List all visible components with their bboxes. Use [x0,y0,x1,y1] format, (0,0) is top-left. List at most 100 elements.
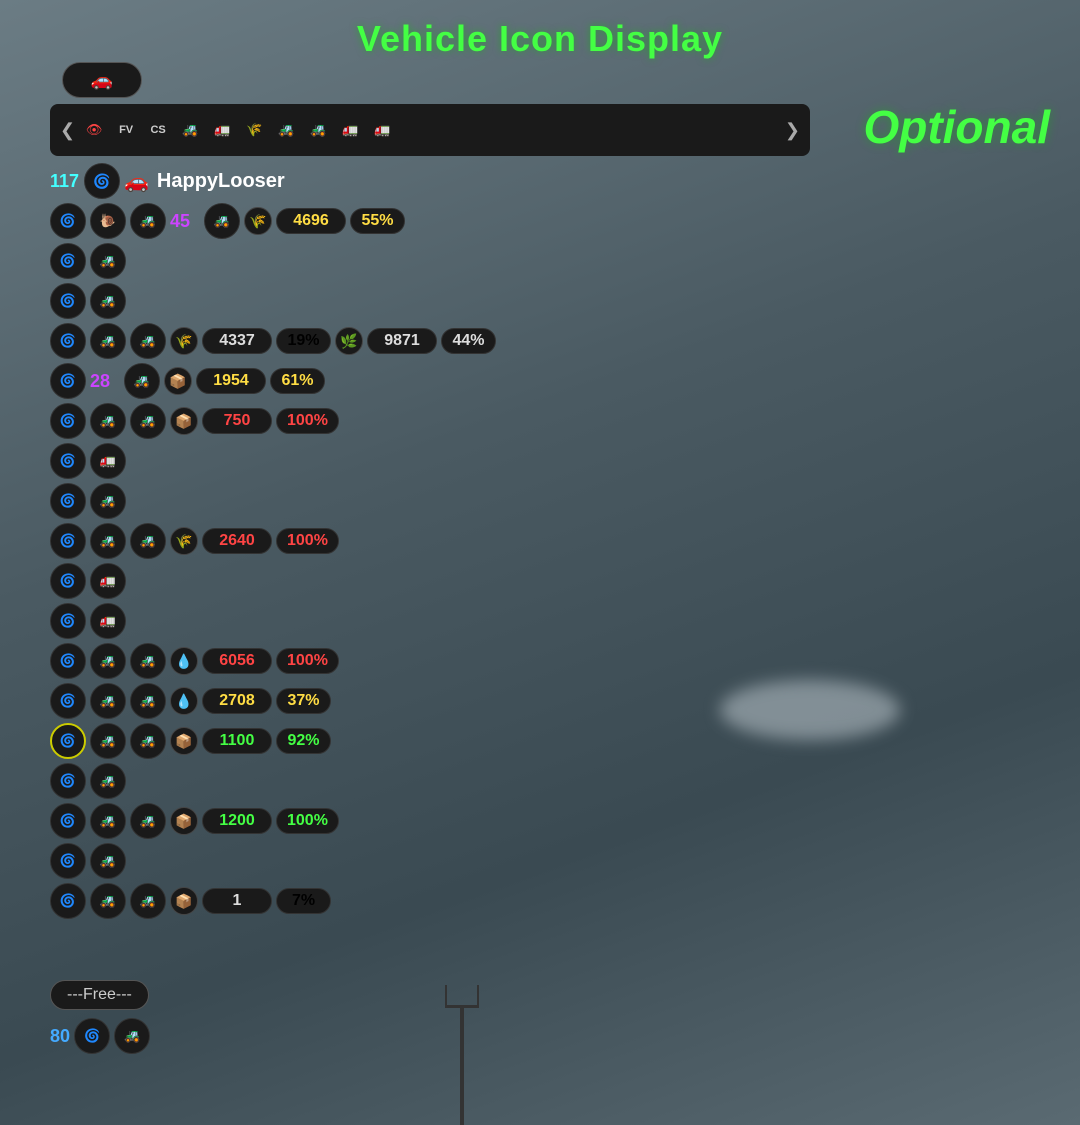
vehicle-row-8: 🌀 🚜 [50,482,690,520]
vehicle-row-14: 🌀 🚜 🚜 📦 1100 92% [50,722,690,760]
truck-icon-3[interactable]: 🚛 [369,120,395,140]
vehicle-row-12: 🌀 🚜 🚜 💧 6056 100% [50,642,690,680]
row18-pct: 7% [276,888,331,914]
cs-icon[interactable]: CS [145,120,171,140]
row9-resource: 🌾 [170,527,198,555]
free-label: ---Free--- [50,980,149,1010]
row12-vehicle: 🚜 [90,643,126,679]
row1-resource: 🌾 [244,207,272,235]
row14-tractor: 🚜 [130,723,166,759]
row14-vehicle: 🚜 [90,723,126,759]
row13-pct: 37% [276,688,331,714]
row6-tractor: 🚜 [130,403,166,439]
harvester-icon[interactable]: 🌾 [241,120,267,140]
player-car-icon: 🚗 [124,169,149,194]
free-row: 80 🌀 🚜 [50,1018,150,1054]
row16-tractor: 🚜 [130,803,166,839]
row16-value: 1200 [202,808,272,834]
row12-value: 6056 [202,648,272,674]
row18-vehicle: 🚜 [90,883,126,919]
row3-avatar: 🌀 [50,283,86,319]
row12-tractor: 🚜 [130,643,166,679]
row18-value: 1 [202,888,272,914]
optional-label: Optional [863,100,1050,154]
row10-vehicle: 🚛 [90,563,126,599]
vehicle-row-7: 🌀 🚛 [50,442,690,480]
row16-pct: 100% [276,808,339,834]
row8-avatar: 🌀 [50,483,86,519]
free-vehicle: 🚜 [114,1018,150,1054]
row5-value: 1954 [196,368,266,394]
row13-value: 2708 [202,688,272,714]
row9-value: 2640 [202,528,272,554]
row12-pct: 100% [276,648,339,674]
player-name: HappyLooser [157,170,285,193]
row6-pct: 100% [276,408,339,434]
free-section: ---Free--- 80 🌀 🚜 [50,980,150,1054]
row11-vehicle: 🚛 [90,603,126,639]
row5-resource: 📦 [164,367,192,395]
tractor-icon-2[interactable]: 🚜 [273,120,299,140]
truck-icon-1[interactable]: 🚛 [209,120,235,140]
row4-resource2: 🌿 [335,327,363,355]
row17-vehicle: 🚜 [90,843,126,879]
row2-avatar: 🌀 [50,243,86,279]
row15-vehicle: 🚜 [90,763,126,799]
row17-avatar: 🌀 [50,843,86,879]
row2-vehicle: 🚜 [90,243,126,279]
vehicle-row-4: 🌀 🚜 🚜 🌾 4337 19% 🌿 9871 44% [50,322,690,360]
row9-avatar: 🌀 [50,523,86,559]
row3-vehicle: 🚜 [90,283,126,319]
vehicle-row-16: 🌀 🚜 🚜 📦 1200 100% [50,802,690,840]
truck-icon-2[interactable]: 🚛 [337,120,363,140]
row16-avatar: 🌀 [50,803,86,839]
row1-value: 4696 [276,208,346,234]
player-id: 117 [50,171,80,192]
antenna-decoration [460,1005,464,1125]
row13-tractor: 🚜 [130,683,166,719]
row1-tractor2: 🚜 [204,203,240,239]
row5-vehicle: 🚜 [124,363,160,399]
fv-icon[interactable]: FV [113,120,139,140]
vehicle-row-17: 🌀 🚜 [50,842,690,880]
row18-resource: 📦 [170,887,198,915]
vehicle-button[interactable]: 🚗 [62,62,142,98]
row13-resource: 💧 [170,687,198,715]
row5-id: 28 [90,371,120,392]
row6-value: 750 [202,408,272,434]
row6-resource: 📦 [170,407,198,435]
tractor-icon-3[interactable]: 🚜 [305,120,331,140]
row1-avatar: 🌀 [50,203,86,239]
tractor-icon-1[interactable]: 🚜 [177,120,203,140]
row16-vehicle: 🚜 [90,803,126,839]
row4-value: 4337 [202,328,272,354]
row7-avatar: 🌀 [50,443,86,479]
row7-vehicle: 🚛 [90,443,126,479]
page-title: Vehicle Icon Display [0,0,1080,60]
row9-vehicle: 🚜 [90,523,126,559]
row4-pct: 19% [276,328,331,354]
eye-icon[interactable]: 👁 [81,120,107,140]
row1-pct: 55% [350,208,405,234]
vehicle-row-18: 🌀 🚜 🚜 📦 1 7% [50,882,690,920]
toolbar-right-arrow[interactable]: ❯ [785,120,800,141]
vehicle-row-1: 🌀 🐌 🚜 45 🚜 🌾 4696 55% [50,202,690,240]
player-row: 117 🌀 🚗 HappyLooser [50,162,690,200]
vehicle-row-9: 🌀 🚜 🚜 🌾 2640 100% [50,522,690,560]
vehicle-row-5: 🌀 28 🚜 📦 1954 61% [50,362,690,400]
toolbar-left-arrow[interactable]: ❮ [60,120,75,141]
row14-avatar: 🌀 [50,723,86,759]
row13-vehicle: 🚜 [90,683,126,719]
row4-resource: 🌾 [170,327,198,355]
vehicle-row-3: 🌀 🚜 [50,282,690,320]
vehicle-row-15: 🌀 🚜 [50,762,690,800]
player-vehicle-icon: 🌀 [84,163,120,199]
row4-avatar: 🌀 [50,323,86,359]
row1-tractor: 🚜 [130,203,166,239]
row18-avatar: 🌀 [50,883,86,919]
row14-pct: 92% [276,728,331,754]
row8-vehicle: 🚜 [90,483,126,519]
vehicle-row-13: 🌀 🚜 🚜 💧 2708 37% [50,682,690,720]
row11-avatar: 🌀 [50,603,86,639]
row1-id: 45 [170,211,200,232]
